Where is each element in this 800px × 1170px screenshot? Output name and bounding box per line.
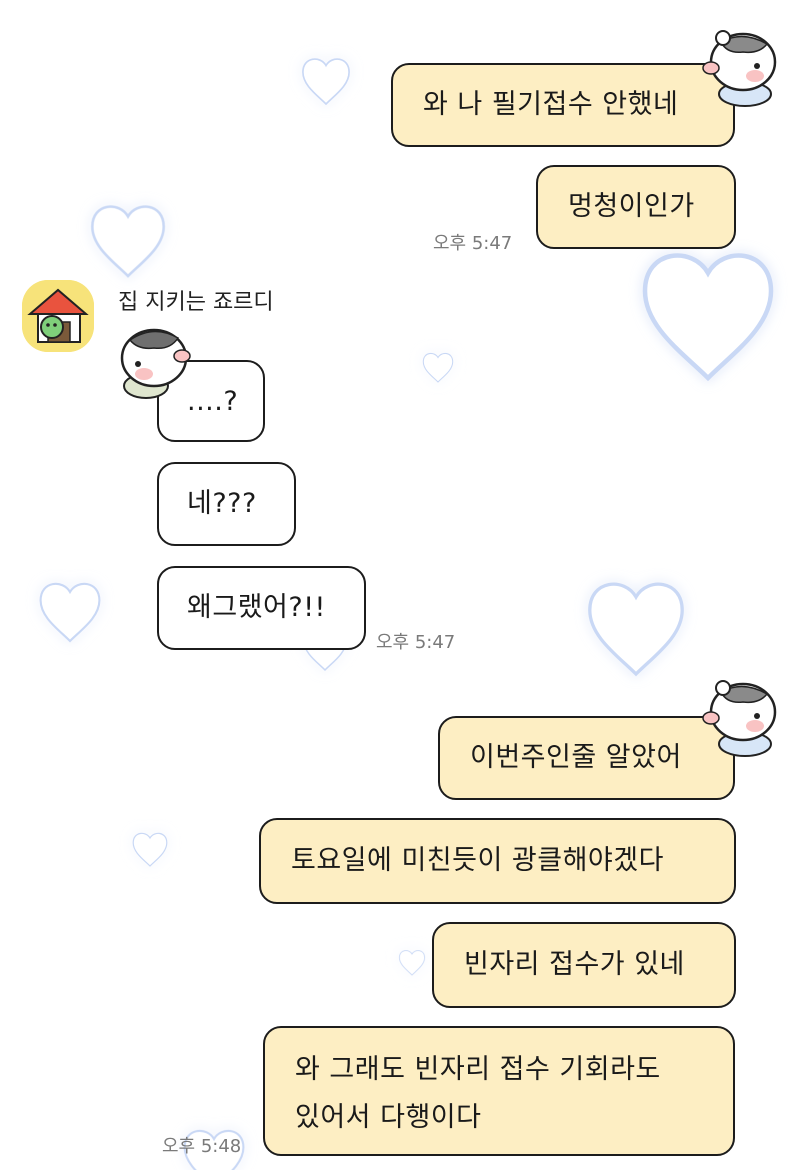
chat-bubble-received[interactable]: 네??? [157, 462, 296, 546]
heart-icon [91, 205, 165, 278]
chat-bubble-sent[interactable]: 토요일에 미친듯이 광클해야겠다 [259, 818, 736, 904]
hamster-sticker-icon [120, 328, 191, 399]
chat-bubble-sent[interactable]: 이번주인줄 알았어 [438, 716, 735, 800]
sender-name: 집 지키는 죠르디 [118, 290, 274, 315]
chat-bubble-received[interactable]: 왜그랬어?!! [157, 566, 366, 650]
chat-bubble-sent[interactable]: 와 그래도 빈자리 접수 기회라도 있어서 다행이다 [263, 1026, 735, 1156]
heart-icon [645, 256, 771, 378]
message-time: 오후 5:48 [162, 1136, 242, 1157]
heart-icon [39, 582, 101, 643]
chat-bubble-sent[interactable]: 멍청이인가 [536, 165, 736, 249]
heart-icon [398, 950, 426, 976]
hamster-sticker-icon [702, 680, 777, 757]
message-line: 와 그래도 빈자리 접수 기회라도 [295, 1054, 661, 1085]
heart-icon [302, 58, 350, 105]
heart-icon [422, 352, 454, 383]
heart-icon [132, 832, 168, 867]
jordy-house-avatar-icon[interactable] [22, 280, 94, 352]
chat-bubble-sent[interactable]: 빈자리 접수가 있네 [432, 922, 736, 1008]
message-time: 오후 5:47 [433, 233, 513, 254]
message-line: 있어서 다행이다 [295, 1102, 482, 1133]
message-time: 오후 5:47 [376, 632, 456, 653]
chat-bubble-sent[interactable]: 와 나 필기접수 안했네 [391, 63, 735, 147]
heart-icon [588, 582, 684, 676]
hamster-sticker-icon [702, 30, 777, 107]
